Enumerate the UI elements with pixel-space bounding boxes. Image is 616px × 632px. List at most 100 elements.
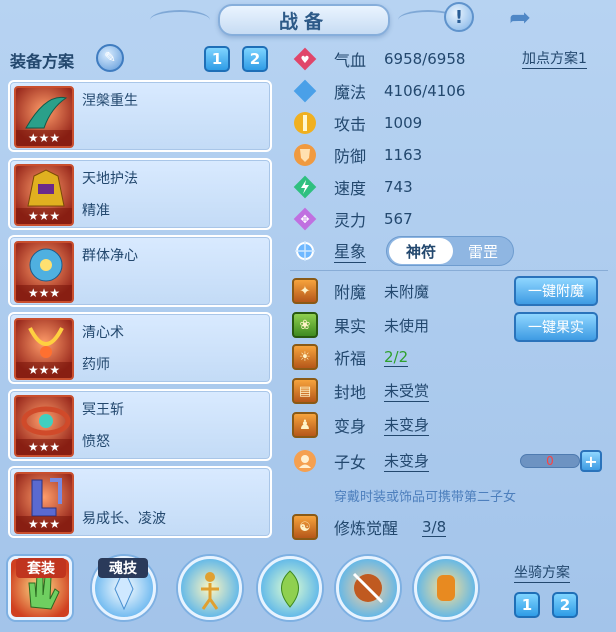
fist-icon (437, 575, 455, 601)
child-count-bar: 0 (520, 454, 580, 468)
equipment-slot-3[interactable]: ★★★ 群体净心 (8, 235, 272, 307)
section-divider (290, 270, 608, 271)
extra-label: 子女 (334, 453, 367, 472)
soul-skill-tab-label: 魂技 (98, 558, 148, 578)
extra-row-enchant: ✦ 附魔 未附魔 (292, 278, 429, 304)
equipment-attribute: 药师 (82, 357, 110, 373)
equipment-name: 群体净心 (82, 248, 138, 264)
practice-value[interactable]: 3/8 (422, 518, 447, 537)
title-ornament-left (150, 10, 210, 30)
practice-row: ☯ 修炼觉醒 3/8 (292, 514, 447, 540)
equipment-slot-6[interactable]: ★★★ 易成长、凌波 (8, 466, 272, 538)
mount-plan-label[interactable]: 坐骑方案 (514, 562, 570, 583)
extra-label: 果实 (334, 317, 367, 336)
one-click-fruit-button[interactable]: 一键果实 (514, 312, 598, 342)
pencil-icon: ✎ (104, 50, 116, 66)
star-sign-label[interactable]: 星象 (334, 238, 367, 263)
transform-icon: ♟ (292, 412, 318, 438)
speed-icon (292, 174, 318, 200)
equipment-slot-2[interactable]: ★★★ 天地护法 精准 (8, 158, 272, 230)
equipment-icon-wings: ★★★ (14, 86, 74, 148)
equipment-icon-necklace: ★★★ (14, 318, 74, 380)
one-click-enchant-button[interactable]: 一键附魔 (514, 276, 598, 306)
extra-row-transform: ♟ 变身 未变身 (292, 412, 430, 438)
stat-row-speed: 速度 743 (292, 174, 413, 200)
info-button[interactable]: ! (444, 2, 474, 32)
share-arrow-icon: ➦ (509, 3, 531, 33)
svg-text:♥: ♥ (301, 55, 310, 66)
star-sign-toggle[interactable]: 神符 雷罡 (386, 236, 514, 266)
page-title: 战备 (278, 10, 329, 33)
stat-label: 攻击 (334, 115, 367, 134)
practice-icon: ☯ (292, 514, 318, 540)
stat-value: 6958/6958 (384, 50, 466, 68)
extra-value[interactable]: 未变身 (384, 414, 430, 436)
stat-label: 灵力 (334, 211, 367, 230)
svg-text:✥: ✥ (300, 213, 309, 226)
equipment-name: 清心术 (82, 325, 124, 341)
warrior-icon (352, 572, 384, 604)
stat-value: 743 (384, 178, 413, 196)
stat-row-attack: 攻击 1009 (292, 110, 422, 136)
stat-value: 1163 (384, 146, 423, 164)
mana-icon (292, 78, 318, 104)
fruit-icon: ❀ (292, 312, 318, 338)
extra-value[interactable]: 2/2 (384, 348, 409, 367)
enchant-icon: ✦ (292, 278, 318, 304)
star-rating: ★★★ (16, 130, 72, 146)
extra-row-child: 子女 未变身 (292, 448, 430, 474)
star-rating: ★★★ (16, 439, 72, 455)
extra-value[interactable]: 未受赏 (384, 380, 430, 402)
stat-label: 魔法 (334, 83, 367, 102)
skill-slot-2[interactable] (258, 556, 322, 620)
point-plan-link[interactable]: 加点方案1 (522, 48, 587, 69)
stat-label: 防御 (334, 147, 367, 166)
equipment-slot-5[interactable]: ★★★ 冥王斩 愤怒 (8, 389, 272, 461)
extra-label: 封地 (334, 383, 367, 402)
star-compass-icon (292, 238, 318, 264)
heart-icon: ♥ (292, 46, 318, 72)
equipment-slot-4[interactable]: ★★★ 清心术 药师 (8, 312, 272, 384)
skill-slot-4[interactable] (414, 556, 478, 620)
suit-tab-label: 套装 (16, 558, 66, 578)
extra-value[interactable]: 未变身 (384, 450, 430, 472)
extra-label: 附魔 (334, 283, 367, 302)
share-button[interactable]: ➦ (500, 3, 540, 33)
child-note: 穿戴时装或饰品可携带第二子女 (334, 490, 517, 505)
skill-slot-1[interactable] (178, 556, 242, 620)
equipment-icon-belt: ★★★ (14, 395, 74, 457)
add-child-button[interactable]: + (580, 450, 602, 472)
spirit-icon: ✥ (292, 206, 318, 232)
star-rating: ★★★ (16, 516, 72, 532)
equipment-name: 天地护法 (82, 171, 138, 187)
equipment-icon-armor: ★★★ (14, 241, 74, 303)
stat-value: 4106/4106 (384, 82, 466, 100)
stat-row-spirit: ✥ 灵力 567 (292, 206, 413, 232)
skill-slot-3[interactable] (336, 556, 400, 620)
equipment-plan-label: 装备方案 (10, 52, 75, 71)
equipment-slot-1[interactable]: ★★★ 涅槃重生 (8, 80, 272, 152)
stat-label: 速度 (334, 179, 367, 198)
stat-row-mp: 魔法 4106/4106 (292, 78, 465, 104)
stat-label: 气血 (334, 51, 367, 70)
equipment-icon-boots: ★★★ (14, 472, 74, 534)
star-rating: ★★★ (16, 285, 72, 301)
mount-plan-tab-1[interactable]: 1 (514, 592, 540, 618)
mount-plan-tab-2[interactable]: 2 (552, 592, 578, 618)
plan-tab-2[interactable]: 2 (242, 46, 268, 72)
extra-row-fief: ▤ 封地 未受赏 (292, 378, 430, 404)
extra-row-blessing: ☀ 祈福 2/2 (292, 344, 409, 370)
equipment-name: 冥王斩 (82, 402, 124, 418)
stat-value: 567 (384, 210, 413, 228)
star-sign-option-active[interactable]: 神符 (389, 238, 453, 264)
practice-label: 修炼觉醒 (334, 519, 399, 538)
child-icon (292, 448, 318, 474)
equipment-attribute: 精准 (82, 203, 110, 219)
star-rating: ★★★ (16, 362, 72, 378)
plan-tab-1[interactable]: 1 (204, 46, 230, 72)
fief-icon: ▤ (292, 378, 318, 404)
star-sign-option-inactive[interactable]: 雷罡 (453, 238, 513, 264)
stat-value: 1009 (384, 114, 423, 132)
edit-plan-button[interactable]: ✎ (96, 44, 124, 72)
stat-row-defense: 防御 1163 (292, 142, 422, 168)
